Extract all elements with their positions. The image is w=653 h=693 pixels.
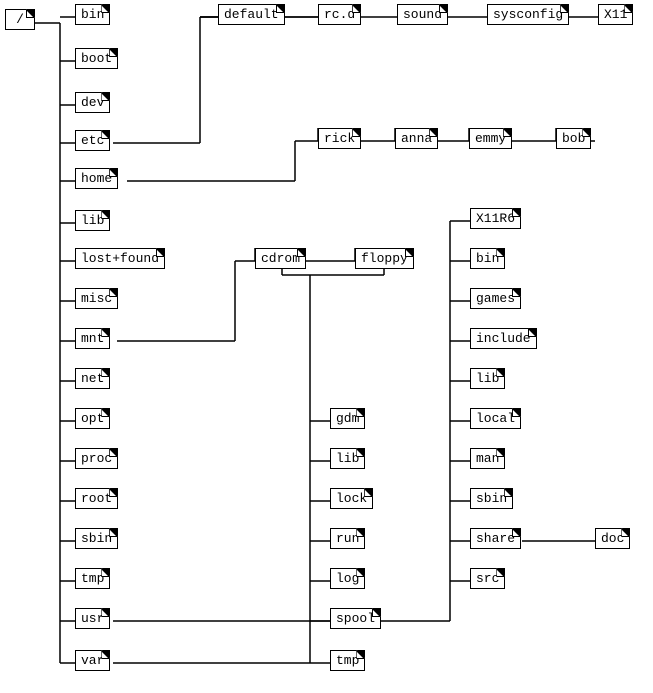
rcd-label: rc.d: [318, 4, 361, 25]
bob-node[interactable]: bob: [556, 128, 591, 149]
games-node[interactable]: games: [470, 288, 521, 309]
log-node[interactable]: log: [330, 568, 365, 589]
mnt-node[interactable]: mnt: [75, 328, 110, 349]
lib-label: lib: [75, 210, 110, 231]
usr-bin-node[interactable]: bin: [470, 248, 505, 269]
opt-node[interactable]: opt: [75, 408, 110, 429]
bin-top-label: bin: [75, 4, 110, 25]
usr-lib-node[interactable]: lib: [470, 368, 505, 389]
spool-node[interactable]: spool: [330, 608, 381, 629]
usr-lib-label: lib: [470, 368, 505, 389]
sound-label: sound: [397, 4, 448, 25]
home-label: home: [75, 168, 118, 189]
sbin-top-label: sbin: [75, 528, 118, 549]
dev-node[interactable]: dev: [75, 92, 110, 113]
default-label: default: [218, 4, 285, 25]
src-node[interactable]: src: [470, 568, 505, 589]
gdm-node[interactable]: gdm: [330, 408, 365, 429]
man-label: man: [470, 448, 505, 469]
anna-node[interactable]: anna: [395, 128, 438, 149]
spool-label: spool: [330, 608, 381, 629]
man-node[interactable]: man: [470, 448, 505, 469]
run-node[interactable]: run: [330, 528, 365, 549]
lost-found-label: lost+found: [75, 248, 165, 269]
mnt-label: mnt: [75, 328, 110, 349]
doc-node[interactable]: doc: [595, 528, 630, 549]
run-label: run: [330, 528, 365, 549]
proc-label: proc: [75, 448, 118, 469]
etc-node[interactable]: etc: [75, 130, 110, 151]
var-tmp-node[interactable]: tmp: [330, 650, 365, 671]
games-label: games: [470, 288, 521, 309]
bin-top-node[interactable]: bin: [75, 4, 110, 25]
x11-node[interactable]: X11: [598, 4, 633, 25]
misc-label: misc: [75, 288, 118, 309]
var-lib-node[interactable]: lib: [330, 448, 365, 469]
rcd-node[interactable]: rc.d: [318, 4, 361, 25]
etc-label: etc: [75, 130, 110, 151]
usr-sbin-node[interactable]: sbin: [470, 488, 513, 509]
opt-label: opt: [75, 408, 110, 429]
var-tmp-label: tmp: [330, 650, 365, 671]
var-node[interactable]: var: [75, 650, 110, 671]
local-label: local: [470, 408, 521, 429]
sbin-top-node[interactable]: sbin: [75, 528, 118, 549]
misc-node[interactable]: misc: [75, 288, 118, 309]
tmp-top-label: tmp: [75, 568, 110, 589]
doc-label: doc: [595, 528, 630, 549]
dev-label: dev: [75, 92, 110, 113]
boot-node[interactable]: boot: [75, 48, 118, 69]
sound-node[interactable]: sound: [397, 4, 448, 25]
src-label: src: [470, 568, 505, 589]
floppy-label: floppy: [355, 248, 414, 269]
var-label: var: [75, 650, 110, 671]
home-node[interactable]: home: [75, 168, 118, 189]
default-node[interactable]: default: [218, 4, 285, 25]
net-node[interactable]: net: [75, 368, 110, 389]
usr-bin-label: bin: [470, 248, 505, 269]
x11r6-node[interactable]: X11R6: [470, 208, 521, 229]
root-label: /: [5, 9, 35, 30]
usr-label: usr: [75, 608, 110, 629]
root-dir-node[interactable]: root: [75, 488, 118, 509]
include-label: include: [470, 328, 537, 349]
cdrom-label: cdrom: [255, 248, 306, 269]
emmy-label: emmy: [469, 128, 512, 149]
tree-container: / bin boot dev etc home lib lost+found m…: [0, 0, 653, 693]
gdm-label: gdm: [330, 408, 365, 429]
rick-label: rick: [318, 128, 361, 149]
sysconfig-node[interactable]: sysconfig: [487, 4, 569, 25]
var-lib-label: lib: [330, 448, 365, 469]
floppy-node[interactable]: floppy: [355, 248, 414, 269]
net-label: net: [75, 368, 110, 389]
usr-sbin-label: sbin: [470, 488, 513, 509]
cdrom-node[interactable]: cdrom: [255, 248, 306, 269]
emmy-node[interactable]: emmy: [469, 128, 512, 149]
root-dir-label: root: [75, 488, 118, 509]
root-node[interactable]: /: [5, 9, 35, 30]
anna-label: anna: [395, 128, 438, 149]
log-label: log: [330, 568, 365, 589]
lock-node[interactable]: lock: [330, 488, 373, 509]
sysconfig-label: sysconfig: [487, 4, 569, 25]
include-node[interactable]: include: [470, 328, 537, 349]
lib-node[interactable]: lib: [75, 210, 110, 231]
x11-label: X11: [598, 4, 633, 25]
share-label: share: [470, 528, 521, 549]
usr-node[interactable]: usr: [75, 608, 110, 629]
bob-label: bob: [556, 128, 591, 149]
share-node[interactable]: share: [470, 528, 521, 549]
lost-found-node[interactable]: lost+found: [75, 248, 165, 269]
proc-node[interactable]: proc: [75, 448, 118, 469]
tmp-top-node[interactable]: tmp: [75, 568, 110, 589]
local-node[interactable]: local: [470, 408, 521, 429]
x11r6-label: X11R6: [470, 208, 521, 229]
lock-label: lock: [330, 488, 373, 509]
boot-label: boot: [75, 48, 118, 69]
rick-node[interactable]: rick: [318, 128, 361, 149]
